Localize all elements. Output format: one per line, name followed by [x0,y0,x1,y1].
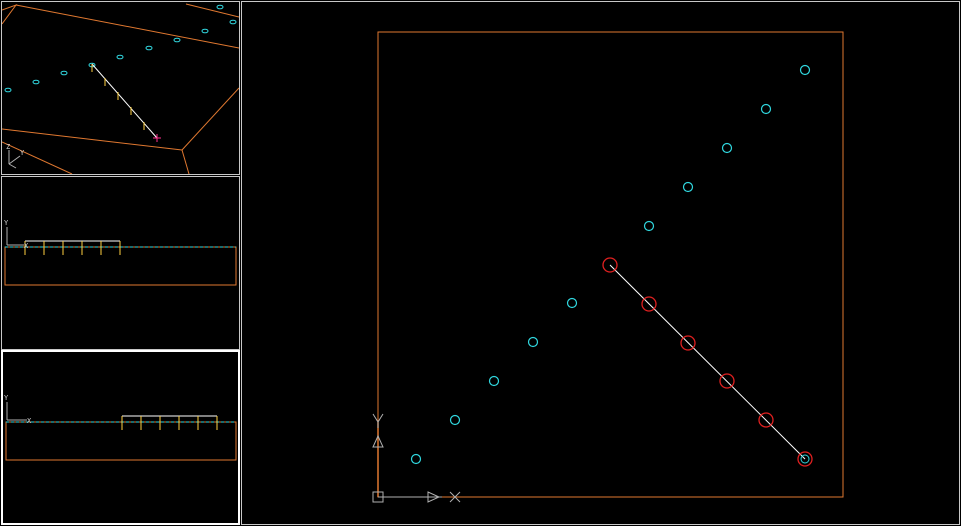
hole-marker[interactable] [760,103,772,115]
hole-marker[interactable] [566,297,578,309]
axis-label-y: Y [4,219,9,227]
side-canvas: Y X [4,394,237,461]
view-axis-triad-icon [8,150,21,169]
front-canvas: Y X [4,219,237,286]
coordinate-origin [372,413,461,503]
hole-markers [4,4,237,93]
hole-marker[interactable] [682,181,694,193]
tool-path-ticks [121,415,218,430]
hole-marker[interactable] [488,375,500,387]
top-viewport[interactable] [241,1,960,525]
perspective-canvas: Z Y [2,3,239,174]
front-viewport[interactable]: Y X [1,176,240,350]
axis-label-z: Z [6,143,10,151]
plate-outline [5,421,237,461]
hole-marker[interactable] [721,142,733,154]
perspective-viewport[interactable]: Z Y [1,1,240,175]
view-axis-triad-icon [6,227,24,246]
hole-marker[interactable] [410,453,422,465]
hole-marker[interactable] [449,414,461,426]
side-viewport[interactable]: Y X [1,350,240,525]
tool-path-line[interactable] [609,264,806,460]
hole-marker[interactable] [643,220,655,232]
axis-label-y: Y [4,394,9,402]
tool-path-line [91,63,158,139]
top-canvas [372,31,844,503]
axis-label-x: X [24,242,29,250]
hole-marker[interactable] [527,336,539,348]
view-axis-triad-icon [6,402,27,421]
hole-marker[interactable] [799,64,811,76]
tool-path-ticks [24,240,121,255]
axis-label-y: Y [20,149,25,157]
tool-path-ticks [91,64,145,130]
axis-label-x: X [27,417,32,425]
